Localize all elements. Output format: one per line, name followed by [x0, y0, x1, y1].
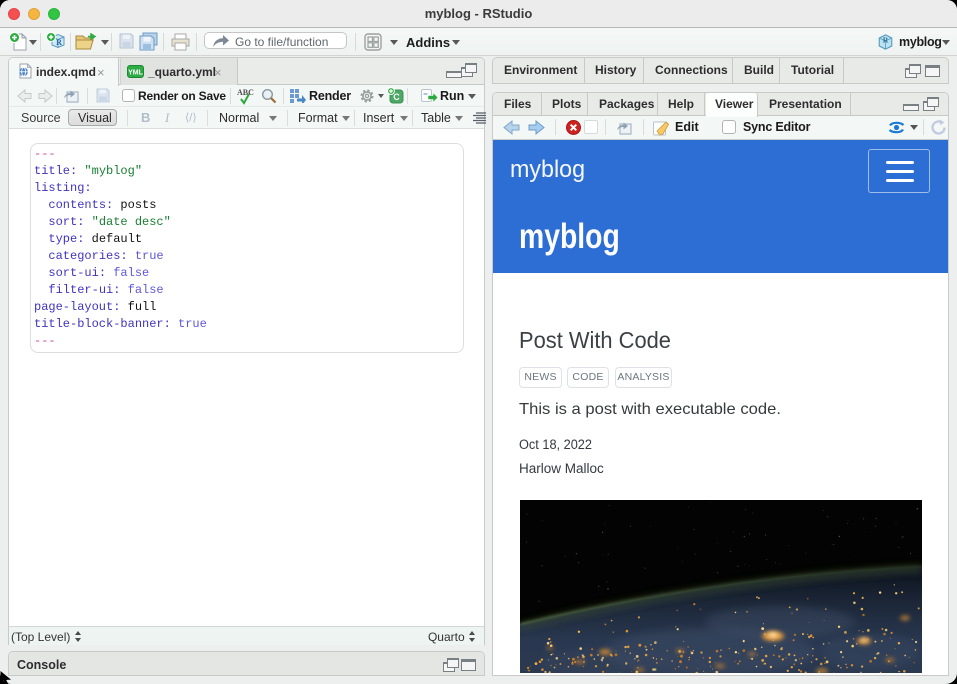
svg-text:YML: YML — [128, 70, 144, 77]
svg-text:C: C — [393, 92, 400, 102]
svg-text:ABC: ABC — [237, 88, 254, 97]
svg-text:R: R — [883, 35, 889, 44]
svg-text:R: R — [56, 38, 62, 47]
